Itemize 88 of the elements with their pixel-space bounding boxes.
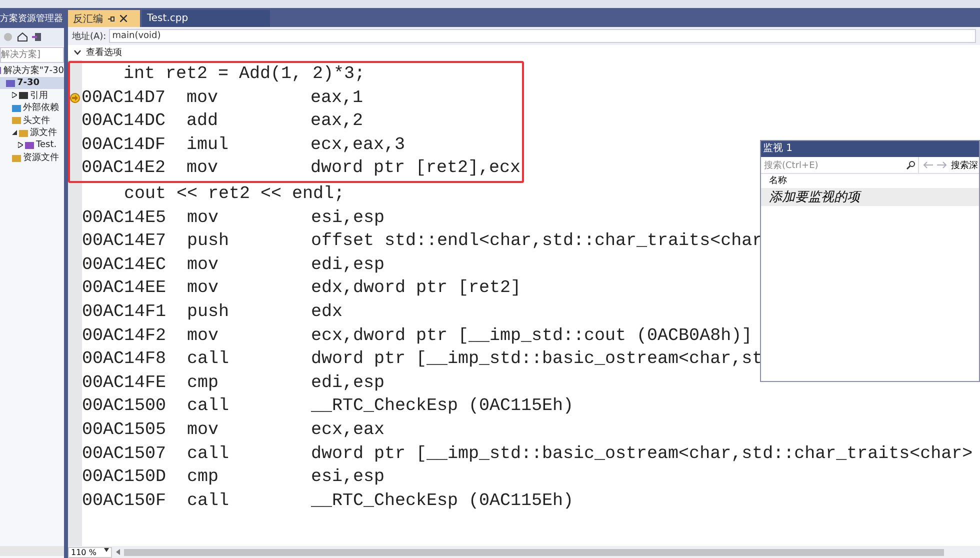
instruction-operands: ecx,eax (311, 418, 385, 442)
instruction-address: 00AC1505 (82, 418, 168, 442)
instruction-operands: dword ptr [__imp_std::basic_ostream<char,st (311, 348, 763, 372)
instruction-operands: esi,esp (311, 206, 385, 230)
instruction-address: 00AC1500 (82, 395, 168, 418)
instruction-operands: eax,2 (310, 110, 364, 134)
instruction-opcode: push (187, 230, 230, 254)
caret-icon (104, 548, 109, 552)
expand-icon[interactable] (12, 92, 17, 98)
address-field[interactable]: main(void) (109, 29, 976, 43)
instruction-address: 00AC14E7 (82, 230, 168, 254)
tree-item[interactable]: 7-30 (0, 76, 64, 89)
instruction-address: 00AC14F2 (82, 324, 168, 348)
scrollbar[interactable] (124, 548, 944, 556)
instruction-opcode: imul (186, 134, 230, 157)
column-header: 名称 (768, 174, 788, 188)
instruction-opcode: mov (186, 157, 220, 180)
instruction-operands: eax,1 (310, 86, 364, 110)
address-label: 地址(A): (72, 30, 106, 42)
instruction-opcode: call (187, 348, 230, 372)
instruction-opcode: mov (187, 277, 220, 300)
home-icon[interactable] (17, 32, 28, 42)
instruction-opcode: add (186, 110, 220, 134)
instruction-opcode: cmp (187, 466, 220, 490)
tree-item[interactable]: 源文件 (0, 126, 64, 139)
chevron-down-icon[interactable] (74, 50, 81, 55)
instruction-operands: esi,esp (311, 466, 385, 490)
tree-item[interactable]: 解决方案"7-30 (0, 64, 64, 76)
document-tab[interactable]: 反汇编 (68, 10, 140, 27)
tree-item[interactable]: 资源文件 (0, 152, 64, 164)
instruction-operands: edi,esp (311, 254, 385, 277)
close-icon[interactable] (120, 15, 127, 22)
watch-title: 监视 1 (761, 141, 979, 157)
source-line: cout << ret2 << endl; (123, 182, 345, 206)
instruction-opcode: cmp (187, 372, 220, 395)
source-line: int ret2 = Add(1, 2)*3; (122, 63, 366, 86)
instruction-operands: __RTC_CheckEsp (0AC115Eh) (311, 490, 574, 513)
sync-icon[interactable] (32, 32, 43, 42)
instruction-operands: __RTC_CheckEsp (0AC115Eh) (311, 395, 574, 418)
instruction-opcode: mov (186, 86, 220, 110)
pin-icon[interactable] (108, 16, 115, 22)
instruction-operands: offset std::endl<char,std::char_traits<char (311, 230, 763, 254)
instruction-operands: dword ptr [__imp_std::basic_ostream<char,std::char_traits<char> (311, 442, 973, 466)
scroll-left-icon[interactable] (116, 549, 120, 555)
instruction-operands: ecx,dword ptr [__imp_std::cout (0ACB0A8h)] (311, 324, 752, 348)
expand-icon[interactable] (18, 142, 23, 148)
instruction-opcode: mov (187, 418, 220, 442)
add-watch-hint[interactable]: 添加要监视的项 (761, 188, 979, 206)
scrollbar[interactable] (0, 546, 64, 556)
instruction-opcode: call (187, 490, 230, 513)
search-icon (906, 160, 915, 170)
search-field[interactable]: 解决方案] (0, 47, 64, 63)
instruction-address: 00AC14E5 (82, 206, 168, 230)
instruction-opcode: mov (187, 206, 220, 230)
instruction-opcode: push (187, 300, 230, 324)
instruction-operands: edx,dword ptr [ret2] (311, 277, 522, 300)
instruction-opcode: mov (187, 324, 220, 348)
instruction-address: 00AC14E2 (82, 157, 167, 180)
instruction-opcode: call (187, 395, 230, 418)
instruction-opcode: call (187, 442, 230, 466)
instruction-address: 00AC14F1 (82, 300, 168, 324)
instruction-operands: edi,esp (311, 372, 385, 395)
panel-title: 方案资源管理器 (0, 10, 64, 28)
watch-search-field[interactable]: 搜索(Ctrl+E) (761, 157, 919, 173)
tree-item[interactable]: Test. (0, 139, 64, 152)
instruction-address: 00AC14EE (82, 277, 168, 300)
folder-icon (12, 154, 21, 162)
instruction-address: 00AC14D7 (82, 86, 167, 110)
instruction-address: 00AC1507 (82, 442, 168, 466)
instruction-address: 00AC14DF (82, 134, 167, 157)
instruction-address: 00AC14DC (82, 110, 167, 134)
instruction-operands: edx (311, 300, 343, 324)
view-options-toggle[interactable]: 查看选项 (86, 46, 122, 59)
zoom-dropdown[interactable]: 110 % (68, 546, 112, 558)
document-tab[interactable]: Test.cpp (142, 10, 270, 27)
collapse-icon[interactable] (12, 130, 17, 136)
tree-item[interactable]: 头文件 (0, 114, 64, 126)
instruction-address: 00AC150F (82, 490, 168, 513)
instruction-address: 00AC150D (82, 466, 168, 490)
search-depth-label: 搜索深 (951, 160, 978, 172)
instruction-address: 00AC14FE (82, 372, 168, 395)
instruction-opcode: mov (187, 254, 220, 277)
tree-item[interactable]: 引用 (0, 89, 64, 102)
instruction-address: 00AC14EC (82, 254, 168, 277)
instruction-operands: ecx,eax,3 (310, 134, 406, 157)
instruction-address: 00AC14F8 (82, 348, 168, 372)
tree-item[interactable]: 外部依赖 (0, 102, 64, 114)
instruction-operands: dword ptr [ret2],ecx (310, 157, 521, 180)
